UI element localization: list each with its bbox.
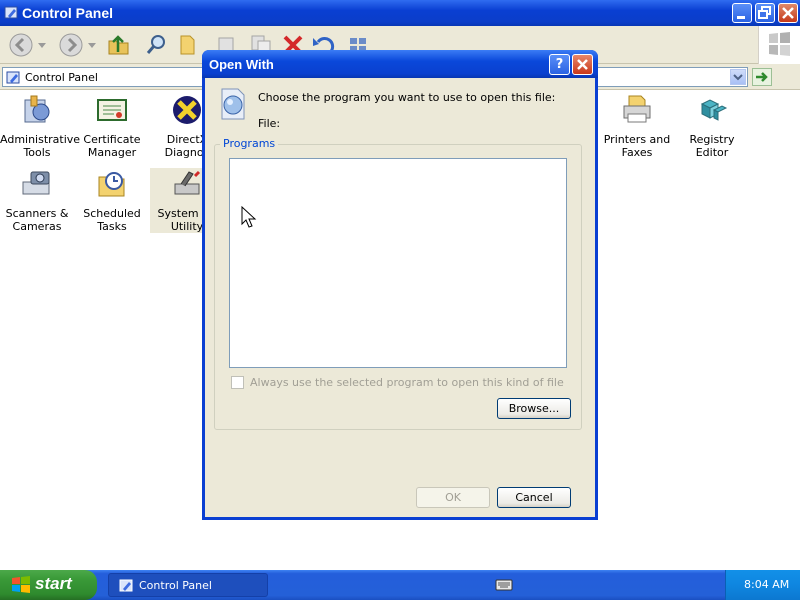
restore-button[interactable] [755,3,775,23]
file-label: File: [258,117,281,130]
control-panel-icon [6,71,20,84]
browse-button[interactable]: Browse... [497,398,571,419]
forward-icon[interactable] [58,32,84,58]
taskbar-item-control-panel[interactable]: Control Panel [108,573,268,597]
cp-item-certificate-manager[interactable]: Certificate Manager [75,94,149,159]
cp-item-scanners-and-cameras[interactable]: Scanners & Cameras [0,168,74,233]
programs-group-label: Programs [220,137,279,150]
unknown-file-icon [221,88,245,120]
scheduled-tasks-icon [98,172,125,197]
system-tray: 8:04 AM [725,570,800,600]
directx-icon [173,96,201,124]
printer-icon [623,95,651,123]
dialog-titlebar[interactable]: Open With ? [202,50,598,78]
windows-logo [758,26,800,64]
start-button[interactable]: start [0,570,97,600]
start-label: start [35,574,72,593]
close-icon [782,7,794,19]
cp-item-label: Manager [87,146,137,159]
cp-item-label: Cameras [12,220,62,233]
cp-item-label: Tools [23,146,51,159]
taskbar-item-label: Control Panel [139,579,212,592]
minimize-button[interactable] [732,3,752,23]
close-button[interactable] [778,3,798,23]
windows-flag-icon [12,576,30,593]
cp-item-label: Faxes [621,146,653,159]
window-titlebar[interactable]: Control Panel [0,0,800,26]
always-use-label: Always use the selected program to open … [250,376,564,389]
search-icon[interactable] [144,32,170,58]
cp-item-label: Administrative [0,133,81,146]
cp-item-label: Scheduled [83,207,141,220]
administrative-tools-icon [24,95,50,123]
close-icon [577,59,588,70]
dialog-prompt: Choose the program you want to use to op… [258,91,556,104]
go-button[interactable] [752,68,772,86]
taskbar: start Control Panel 8:04 AM [0,570,800,600]
control-panel-icon [119,579,133,592]
address-text: Control Panel [25,71,98,84]
address-dropdown-button[interactable] [730,69,746,85]
cp-item-label: Scanners & [5,207,69,220]
chevron-down-icon[interactable] [88,43,96,49]
system-config-icon [174,170,201,195]
minimize-icon [737,16,745,19]
mouse-cursor-icon [241,206,257,228]
cp-item-label: Certificate [83,133,141,146]
cp-item-administrative-tools[interactable]: Administrative Tools [0,94,81,159]
cp-item-label: Registry Editor [689,133,735,159]
dialog-body: Choose the program you want to use to op… [205,78,595,517]
help-button[interactable]: ? [549,54,570,75]
up-folder-icon[interactable] [106,32,132,58]
folders-icon[interactable] [176,32,202,58]
control-panel-icon [4,6,18,19]
scanner-camera-icon [22,171,50,195]
help-icon: ? [555,57,564,72]
back-icon[interactable] [8,32,34,58]
cancel-button[interactable]: Cancel [497,487,571,508]
dialog-close-button[interactable] [572,54,593,75]
open-with-dialog: Open With ? Choose the program you want … [202,50,598,520]
keyboard-icon[interactable] [495,578,513,592]
clock[interactable]: 8:04 AM [744,578,789,591]
restore-icon [758,6,771,19]
cp-item-label: Printers and [603,133,671,146]
cp-item-label: Tasks [97,220,127,233]
window-title: Control Panel [22,5,114,21]
registry-editor-icon [700,99,728,121]
chevron-down-icon [733,74,743,81]
chevron-down-icon[interactable] [38,43,46,49]
always-use-checkbox[interactable] [231,376,244,389]
dialog-title: Open With [209,57,274,72]
windows-flag-icon [769,32,790,56]
cp-item-registry-editor[interactable]: Registry Editor [675,94,749,159]
programs-list[interactable] [229,158,567,368]
certificate-icon [97,99,127,121]
ok-button[interactable]: OK [416,487,490,508]
cp-item-printers-and-faxes[interactable]: Printers and Faxes [600,94,674,159]
cp-item-scheduled-tasks[interactable]: Scheduled Tasks [75,168,149,233]
arrow-right-icon [756,72,768,82]
